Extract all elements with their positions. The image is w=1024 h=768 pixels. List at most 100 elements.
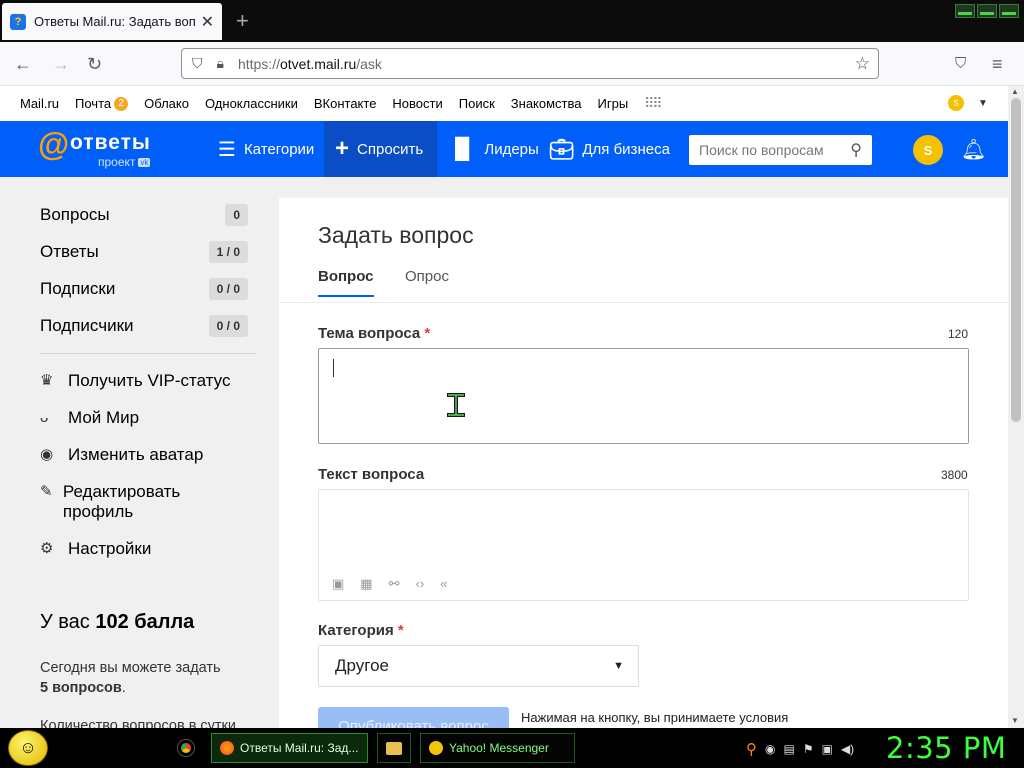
nav-ask[interactable]: + Спросить: [324, 121, 437, 177]
contacts-tray-icon[interactable]: ▤: [783, 742, 794, 756]
question-search-input[interactable]: Поиск по вопросам ⚲: [689, 135, 872, 165]
search-placeholder: Поиск по вопросам: [699, 142, 824, 158]
forward-icon[interactable]: →: [52, 54, 70, 74]
bookmark-mail[interactable]: Почта 2: [75, 96, 129, 111]
bookmark-search[interactable]: Поиск: [459, 96, 495, 111]
code-icon[interactable]: ‹›: [416, 576, 425, 592]
bookmark-mail-label: Почта: [75, 96, 112, 111]
nav-categories-label: Категории: [243, 140, 315, 158]
at-logo-icon: @: [38, 126, 70, 162]
bookmark-dating[interactable]: Знакомства: [511, 96, 582, 111]
volume-icon[interactable]: ◀): [841, 742, 854, 756]
browser-tab[interactable]: ? Ответы Mail.ru: Задать вопрос ✕: [2, 3, 222, 40]
briefcase-icon: 💼︎: [549, 138, 575, 161]
stat-label: Вопросы: [40, 205, 110, 224]
publish-button[interactable]: Опубликовать вопрос: [318, 707, 509, 728]
link-icon[interactable]: ⚯: [389, 576, 400, 592]
firefox-icon: [220, 741, 234, 755]
bookmark-mailru[interactable]: Mail.ru: [20, 96, 59, 111]
stat-label: Ответы: [40, 242, 99, 261]
bookmark-vk[interactable]: ВКонтакте: [314, 96, 377, 111]
chevron-down-icon[interactable]: ▼: [978, 98, 988, 109]
url-bar[interactable]: ⛉ 🔒︎ https://otvet.mail.ru/ask ☆: [181, 48, 879, 79]
bookmark-games[interactable]: Игры: [598, 96, 629, 111]
topic-label: Тема вопроса *: [318, 325, 431, 342]
menu-get-vip[interactable]: ♛ Получить VIP-статус: [40, 371, 230, 391]
close-window-button[interactable]: [999, 4, 1019, 18]
messenger-tray-icon[interactable]: ◉: [765, 742, 775, 756]
taskbar-yahoo-messenger[interactable]: Yahoo! Messenger: [420, 733, 575, 763]
apps-grid-icon[interactable]: ⠿⠿: [644, 95, 662, 112]
stat-subscriptions[interactable]: Подписки 0 / 0: [40, 278, 248, 300]
start-smiley-icon[interactable]: ☺: [8, 730, 48, 766]
menu-icon[interactable]: ≡: [992, 54, 1003, 74]
nav-business-label: Для бизнеса: [582, 140, 670, 158]
points-summary: У вас 102 балла: [40, 611, 195, 633]
category-select[interactable]: Другое ▼: [318, 645, 639, 687]
new-tab-button[interactable]: +: [236, 8, 249, 34]
menu-my-world[interactable]: ᴗ Мой Мир: [40, 408, 139, 428]
stat-answers[interactable]: Ответы 1 / 0: [40, 241, 248, 263]
scroll-down-arrow-icon[interactable]: ▼: [1011, 716, 1019, 725]
image-icon[interactable]: ▣: [332, 576, 344, 592]
taskbar-firefox-window[interactable]: Ответы Mail.ru: Зад...: [211, 733, 368, 763]
network-tray-icon[interactable]: ▣: [822, 742, 833, 756]
search-tray-icon[interactable]: ⚲: [746, 740, 757, 758]
user-avatar[interactable]: S: [913, 135, 943, 165]
video-icon[interactable]: ▦: [360, 576, 372, 592]
stat-label: Подписки: [40, 279, 116, 298]
bookmark-news[interactable]: Новости: [392, 96, 442, 111]
plus-icon: +: [335, 135, 350, 162]
folder-icon: [386, 741, 402, 755]
taskbar-firefox-label: Ответы Mail.ru: Зад...: [240, 741, 359, 755]
tab-close-icon[interactable]: ✕: [201, 12, 214, 32]
stat-questions[interactable]: Вопросы 0: [40, 204, 248, 226]
minimize-button[interactable]: [955, 4, 975, 18]
bell-icon[interactable]: 🔔︎: [961, 137, 986, 162]
editor-toolbar: ▣ ▦ ⚯ ‹› «: [332, 576, 447, 592]
url-text[interactable]: https://otvet.mail.ru/ask: [238, 56, 382, 72]
menu-label: Мой Мир: [68, 408, 140, 427]
lock-icon[interactable]: 🔒︎: [217, 55, 224, 72]
mail-answers-favicon-icon: ?: [10, 13, 26, 30]
edit-user-icon: ✎: [40, 483, 53, 500]
tab-question[interactable]: Вопрос: [318, 268, 374, 297]
bookmark-ok[interactable]: Одноклассники: [205, 96, 298, 111]
pocket-icon[interactable]: ⛉: [955, 54, 966, 74]
chrome-icon[interactable]: [178, 740, 194, 756]
bar-chart-icon: ▐▌: [448, 137, 477, 160]
topic-max-length: 120: [948, 327, 969, 341]
bookmarks-user: S ▼: [948, 95, 988, 111]
maximize-button[interactable]: [977, 4, 997, 18]
nav-business[interactable]: 💼︎ Для бизнеса: [538, 121, 681, 177]
quote-icon[interactable]: «: [440, 576, 447, 592]
shield-icon[interactable]: ⛉: [192, 55, 203, 72]
list-icon: ☰: [218, 138, 236, 161]
bookmark-cloud[interactable]: Облако: [144, 96, 189, 111]
nav-leaders[interactable]: ▐▌ Лидеры: [437, 121, 550, 177]
taskbar-clock[interactable]: 2:35 PM: [886, 731, 1006, 765]
bookmark-star-icon[interactable]: ☆: [855, 54, 870, 74]
taskbar-folder[interactable]: [377, 733, 411, 763]
scrollbar-thumb[interactable]: [1011, 98, 1021, 422]
stat-subscribers[interactable]: Подписчики 0 / 0: [40, 315, 248, 337]
menu-edit-profile[interactable]: ✎ Редактировать профиль: [40, 482, 220, 522]
menu-settings[interactable]: ⚙ Настройки: [40, 539, 151, 559]
text-caret: [333, 359, 334, 377]
system-tray: ⚲ ◉ ▤ ⚑ ▣ ◀): [746, 740, 854, 758]
nav-categories[interactable]: ☰ Категории: [207, 121, 325, 177]
back-icon[interactable]: ←: [14, 54, 32, 74]
scroll-up-arrow-icon[interactable]: ▲: [1011, 87, 1019, 96]
window-controls: [955, 4, 1019, 18]
menu-label: Редактировать профиль: [62, 482, 181, 521]
reload-icon[interactable]: ↻: [87, 54, 102, 74]
questions-left-text: Сегодня вы можете задать 5 вопросов.: [40, 660, 221, 696]
flag-tray-icon[interactable]: ⚑: [803, 742, 814, 756]
terms-text: Нажимая на кнопку, вы принимаете условия: [521, 710, 789, 725]
menu-change-avatar[interactable]: ◉ Изменить аватар: [40, 445, 203, 465]
tab-poll[interactable]: Опрос: [405, 268, 449, 285]
stat-count: 0: [225, 204, 248, 226]
user-avatar-small[interactable]: S: [948, 95, 964, 111]
search-icon[interactable]: ⚲: [850, 140, 862, 160]
topic-input[interactable]: [318, 348, 969, 444]
